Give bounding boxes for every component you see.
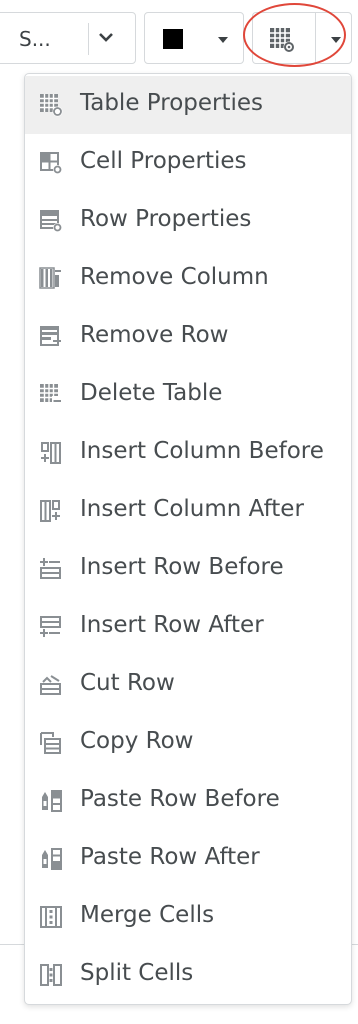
- menu-item-split-cells[interactable]: Split Cells: [25, 946, 351, 1004]
- split-cells-icon: [39, 963, 63, 987]
- menu-item-label: Delete Table: [80, 380, 223, 406]
- menu-item-insert-row-after[interactable]: Insert Row After: [25, 598, 351, 656]
- menu-item-remove-row[interactable]: Remove Row: [25, 308, 351, 366]
- delete-table-icon: [39, 383, 63, 407]
- menu-item-copy-row[interactable]: Copy Row: [25, 714, 351, 772]
- menu-item-label: Table Properties: [80, 90, 264, 116]
- menu-item-label: Merge Cells: [80, 902, 215, 928]
- caret-down-icon[interactable]: [331, 37, 341, 43]
- remove-row-icon: [39, 325, 63, 349]
- chevron-down-icon: [98, 29, 114, 49]
- table-icon: [269, 27, 295, 57]
- menu-item-row-properties[interactable]: Row Properties: [25, 192, 351, 250]
- menu-item-insert-row-before[interactable]: Insert Row Before: [25, 540, 351, 598]
- menu-item-table-properties[interactable]: Table Properties: [25, 76, 351, 134]
- editor-toolbar: S...: [0, 0, 358, 72]
- menu-item-paste-row-before[interactable]: Paste Row Before: [25, 772, 351, 830]
- menu-item-insert-column-after[interactable]: Insert Column After: [25, 482, 351, 540]
- menu-item-label: Paste Row Before: [80, 786, 280, 812]
- insert-row-before-icon: [39, 557, 63, 581]
- menu-item-cut-row[interactable]: Cut Row: [25, 656, 351, 714]
- text-color-button[interactable]: [144, 12, 244, 64]
- row-properties-icon: [39, 209, 63, 233]
- menu-item-remove-column[interactable]: Remove Column: [25, 250, 351, 308]
- cut-row-icon: [39, 673, 63, 697]
- menu-item-cell-properties[interactable]: Cell Properties: [25, 134, 351, 192]
- table-properties-icon: [39, 93, 63, 117]
- menu-item-delete-table[interactable]: Delete Table: [25, 366, 351, 424]
- split-button-divider: [315, 13, 316, 63]
- menu-item-merge-cells[interactable]: Merge Cells: [25, 888, 351, 946]
- insert-column-after-icon: [39, 499, 63, 523]
- menu-item-label: Cell Properties: [80, 148, 247, 174]
- menu-item-label: Insert Row After: [80, 612, 264, 638]
- paste-row-after-icon: [39, 847, 63, 871]
- menu-item-label: Row Properties: [80, 206, 252, 232]
- table-menu-button[interactable]: [252, 12, 352, 64]
- copy-row-icon: [39, 731, 63, 755]
- menu-item-label: Insert Column Before: [80, 438, 324, 464]
- cell-properties-icon: [39, 151, 63, 175]
- caret-down-icon[interactable]: [218, 37, 228, 43]
- insert-column-before-icon: [39, 441, 63, 465]
- menu-item-label: Paste Row After: [80, 844, 260, 870]
- insert-row-after-icon: [39, 615, 63, 639]
- menu-item-label: Remove Row: [80, 322, 229, 348]
- font-size-select-value: S...: [19, 27, 51, 51]
- font-size-select[interactable]: S...: [0, 12, 136, 64]
- remove-column-icon: [39, 267, 63, 291]
- menu-item-label: Cut Row: [80, 670, 175, 696]
- table-dropdown-menu: Table Properties Cell Properties Row Pro…: [24, 73, 352, 1005]
- menu-item-label: Copy Row: [80, 728, 194, 754]
- menu-item-label: Split Cells: [80, 960, 194, 986]
- select-divider: [88, 23, 89, 55]
- menu-item-label: Insert Row Before: [80, 554, 284, 580]
- menu-item-paste-row-after[interactable]: Paste Row After: [25, 830, 351, 888]
- merge-cells-icon: [39, 905, 63, 929]
- menu-item-label: Remove Column: [80, 264, 269, 290]
- menu-item-insert-column-before[interactable]: Insert Column Before: [25, 424, 351, 482]
- paste-row-before-icon: [39, 789, 63, 813]
- color-swatch: [163, 29, 183, 49]
- menu-item-label: Insert Column After: [80, 496, 304, 522]
